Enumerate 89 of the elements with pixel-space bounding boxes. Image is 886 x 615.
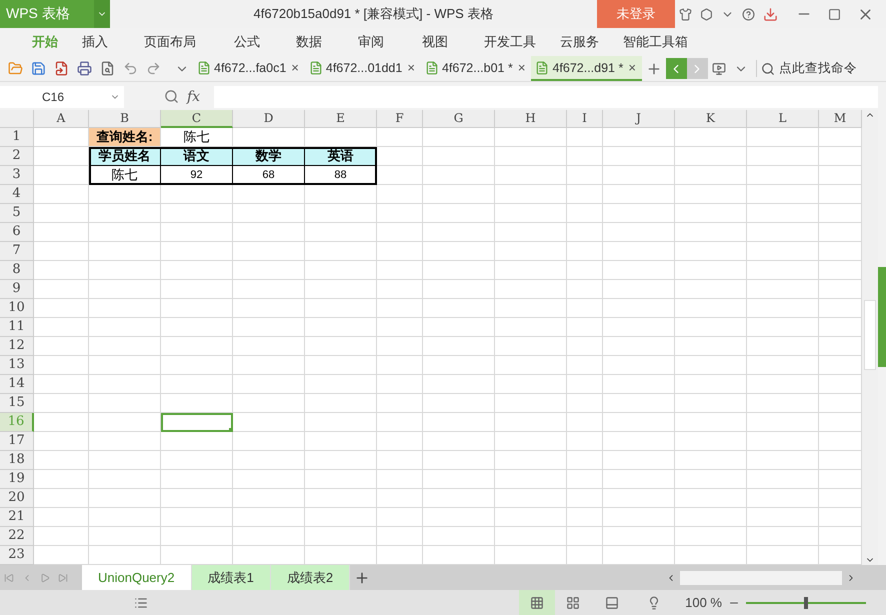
column-header[interactable]: M [819,110,862,128]
column-header[interactable]: D [233,110,305,128]
table-header-cell: 数学 [233,146,305,166]
column-header[interactable]: K [675,110,747,128]
table-cell: 陈七 [89,166,161,185]
column-header[interactable]: F [377,110,423,128]
row-header[interactable]: 9 [0,280,34,299]
table-cell: 92 [161,166,233,185]
row-header[interactable]: 18 [0,450,34,470]
row-header[interactable]: 13 [0,356,34,375]
table-cell: 88 [305,166,377,185]
name-box[interactable]: C16 [0,86,124,108]
previous-button[interactable] [666,58,687,80]
row-header[interactable]: 15 [0,394,34,413]
table-header-cell: 语文 [161,146,233,166]
row-header[interactable]: 23 [0,546,34,565]
search-icon[interactable] [760,62,775,76]
sheet-tab[interactable]: 成绩表1 [192,565,271,590]
row-header[interactable]: 7 [0,242,34,261]
row-header[interactable]: 6 [0,222,34,242]
function-button[interactable]: fx [187,88,200,105]
close-tab-button[interactable]: × [516,60,528,76]
table-cell: 68 [233,166,305,185]
document-icon [197,60,211,75]
column-header[interactable]: E [305,110,377,128]
value-cell: 陈七 [161,128,233,147]
column-header[interactable]: J [603,110,675,128]
menu-tab[interactable]: 数据 [284,33,334,52]
column-header[interactable]: A [34,110,89,128]
column-header[interactable]: L [747,110,819,128]
menu-tab[interactable]: 智能工具箱 [611,33,700,52]
menu-tab[interactable]: 开发工具 [472,33,548,52]
table-header-cell: 英语 [305,146,377,166]
column-header[interactable]: C [161,110,233,128]
window-title: 4f6720b15a0d91 * [兼容模式] - WPS 表格 [252,5,494,23]
next-button[interactable] [686,58,708,80]
menu-tab[interactable]: 插入 [70,33,120,52]
menu-tab[interactable]: 审阅 [346,33,396,52]
column-header[interactable]: B [89,110,161,128]
zoom-thumb[interactable] [804,596,808,608]
document-title[interactable]: 4f672...fa0c1 [214,60,286,75]
row-header[interactable]: 3 [0,166,34,185]
column-header[interactable]: G [423,110,495,128]
label-cell: 查询姓名: [89,128,161,147]
sheet-tab[interactable]: UnionQuery2 [82,565,192,590]
document-title[interactable]: 4f672...b01 * [442,60,513,75]
document-title[interactable]: 4f672...d91 * [552,60,624,75]
side-panel-tab[interactable] [878,267,886,368]
close-tab-button[interactable]: × [405,60,417,76]
menu-tab[interactable]: 页面布局 [132,33,208,52]
row-header[interactable]: 17 [0,432,34,451]
scroll-thumb[interactable] [864,300,876,370]
row-header[interactable]: 19 [0,470,34,489]
column-header[interactable]: H [495,110,567,128]
row-header[interactable]: 1 [0,128,34,147]
close-tab-button[interactable]: × [289,60,301,76]
row-header[interactable]: 21 [0,508,34,527]
document-tab[interactable]: 4f672...fa0c1 × [193,56,305,82]
menu-tab[interactable]: 公式 [222,33,272,52]
document-icon [424,60,439,75]
close-tab-button[interactable]: × [626,60,638,76]
document-icon [308,60,323,75]
row-header[interactable]: 10 [0,298,34,318]
document-tab[interactable]: 4f672...01dd1 × [304,56,421,82]
document-tab[interactable]: 4f672...d91 * × [531,56,642,82]
document-tab[interactable]: 4f672...b01 * × [420,56,532,82]
row-header[interactable]: 5 [0,204,34,223]
app-menu-button[interactable] [94,0,110,28]
row-header[interactable]: 2 [0,146,34,166]
table-header-cell: 学员姓名 [89,146,161,166]
menu-tab[interactable]: 云服务 [548,33,611,52]
row-header[interactable]: 11 [0,318,34,337]
normal-view-icon[interactable] [519,590,556,615]
row-header[interactable]: 12 [0,336,34,356]
zoom-search-icon[interactable] [164,89,179,104]
sheet-tab[interactable]: 成绩表2 [270,565,350,590]
select-all-corner[interactable] [0,110,34,128]
search-field[interactable]: 点此查找命令 [778,60,857,78]
column-header[interactable]: I [567,110,603,128]
document-icon [535,60,550,75]
zoom-level: 100 % [685,595,722,610]
row-header[interactable]: 22 [0,526,34,546]
menu-tab[interactable]: 视图 [410,33,460,52]
row-header[interactable]: 8 [0,260,34,280]
document-title[interactable]: 4f672...01dd1 [326,60,402,75]
row-header[interactable]: 20 [0,488,34,508]
active-cell[interactable] [161,412,233,432]
row-header[interactable]: 4 [0,184,34,204]
row-header[interactable]: 14 [0,374,34,394]
